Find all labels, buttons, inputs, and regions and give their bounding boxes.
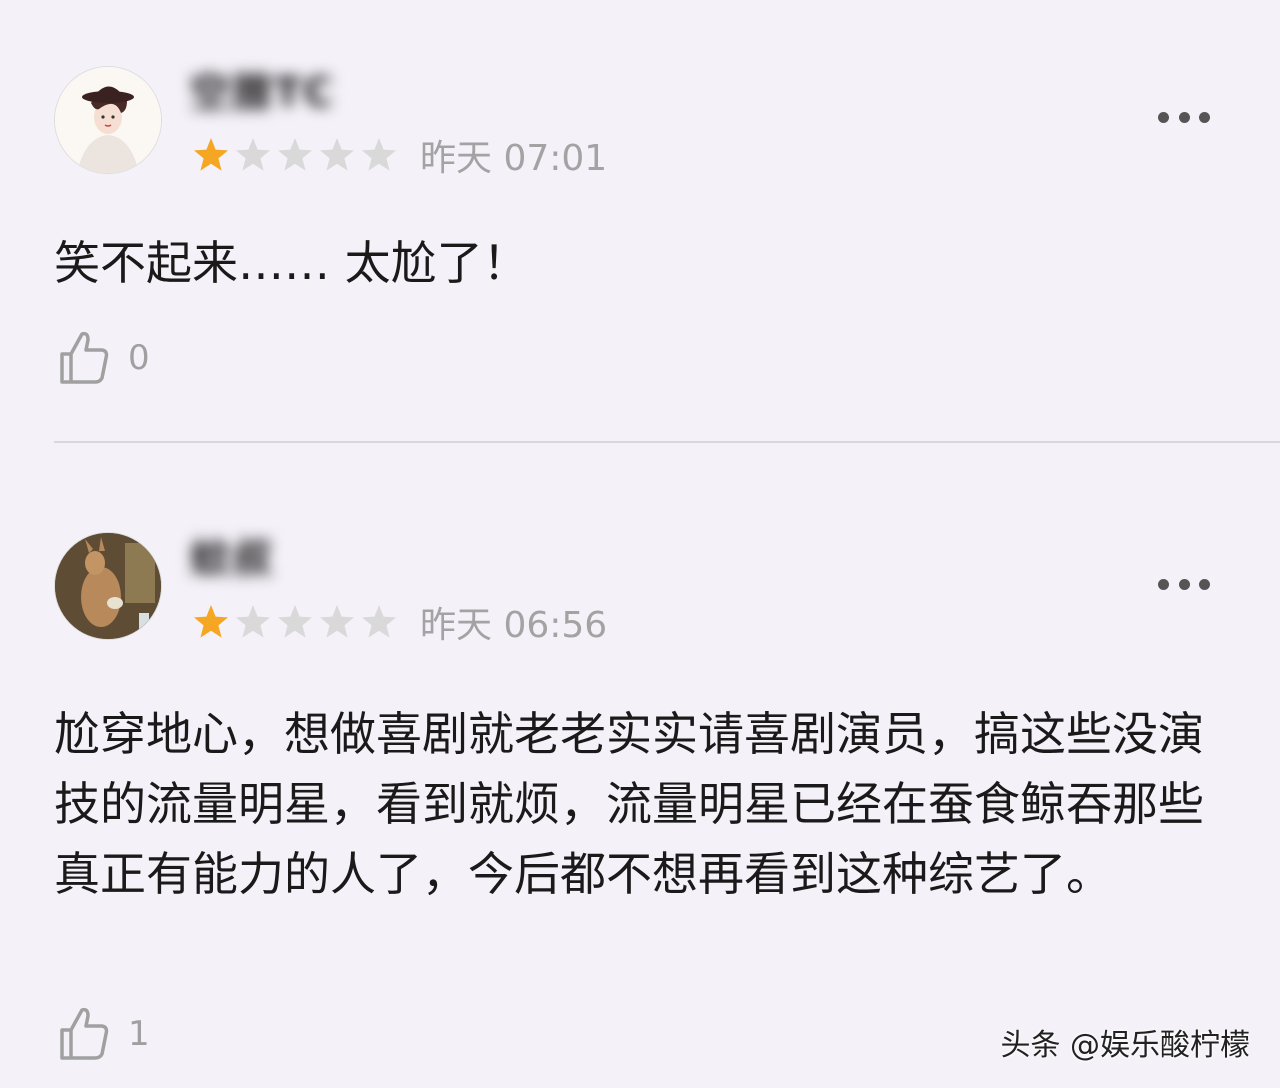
- more-dots-icon: [1178, 578, 1190, 590]
- more-options-button[interactable]: [1158, 110, 1210, 124]
- star-icon: [362, 605, 396, 638]
- star-icon: [194, 605, 228, 638]
- star-icon: [320, 138, 354, 171]
- comment-meta: 昨天 06:56: [192, 600, 607, 646]
- like-button[interactable]: 0: [58, 330, 150, 386]
- more-dots-icon: [1158, 111, 1169, 123]
- star-icon: [362, 138, 396, 171]
- comment-text: 笑不起来…… 太尬了！: [54, 236, 529, 290]
- star-icon: [236, 605, 270, 638]
- username[interactable]: 蚊叔: [190, 526, 274, 582]
- star-icon: [278, 605, 312, 638]
- comment-item: 空腊TC 昨天 07:01 笑不起来…… 太尬了！ 0: [0, 0, 1280, 440]
- watermark: 头条 @娱乐酸柠檬: [1000, 1028, 1250, 1063]
- thumbs-up-icon: [60, 331, 109, 384]
- divider: [54, 441, 1280, 443]
- avatar[interactable]: [54, 532, 162, 640]
- like-button[interactable]: 1: [58, 1006, 150, 1062]
- star-icon: [236, 138, 270, 171]
- star-icon: [194, 138, 228, 171]
- comment-time: 昨天 07:01: [420, 138, 608, 179]
- avatar[interactable]: [54, 66, 162, 174]
- more-dots-icon: [1199, 578, 1210, 590]
- username[interactable]: 空腊TC: [190, 60, 335, 116]
- more-dots-icon: [1158, 578, 1169, 590]
- like-count: 1: [128, 1014, 150, 1054]
- comment-meta: 昨天 07:01: [192, 133, 607, 179]
- more-dots-icon: [1199, 111, 1210, 123]
- rating-stars: [192, 136, 398, 174]
- comment-text: 尬穿地心，想做喜剧就老老实实请喜剧演员，搞这些没演技的流量明星，看到就烦，流量明…: [54, 707, 1204, 901]
- more-options-button[interactable]: [1158, 577, 1210, 591]
- thumbs-up-icon: [60, 1007, 109, 1060]
- rating-stars: [192, 603, 398, 641]
- star-icon: [320, 605, 354, 638]
- comment-item: 蚊叔 昨天 06:56 尬穿地心，想做喜剧就老老实实请喜剧演员，搞这些没演技的流…: [0, 444, 1280, 1088]
- comment-time: 昨天 06:56: [420, 605, 608, 646]
- star-icon: [278, 138, 312, 171]
- more-dots-icon: [1178, 111, 1190, 123]
- like-count: 0: [128, 338, 150, 378]
